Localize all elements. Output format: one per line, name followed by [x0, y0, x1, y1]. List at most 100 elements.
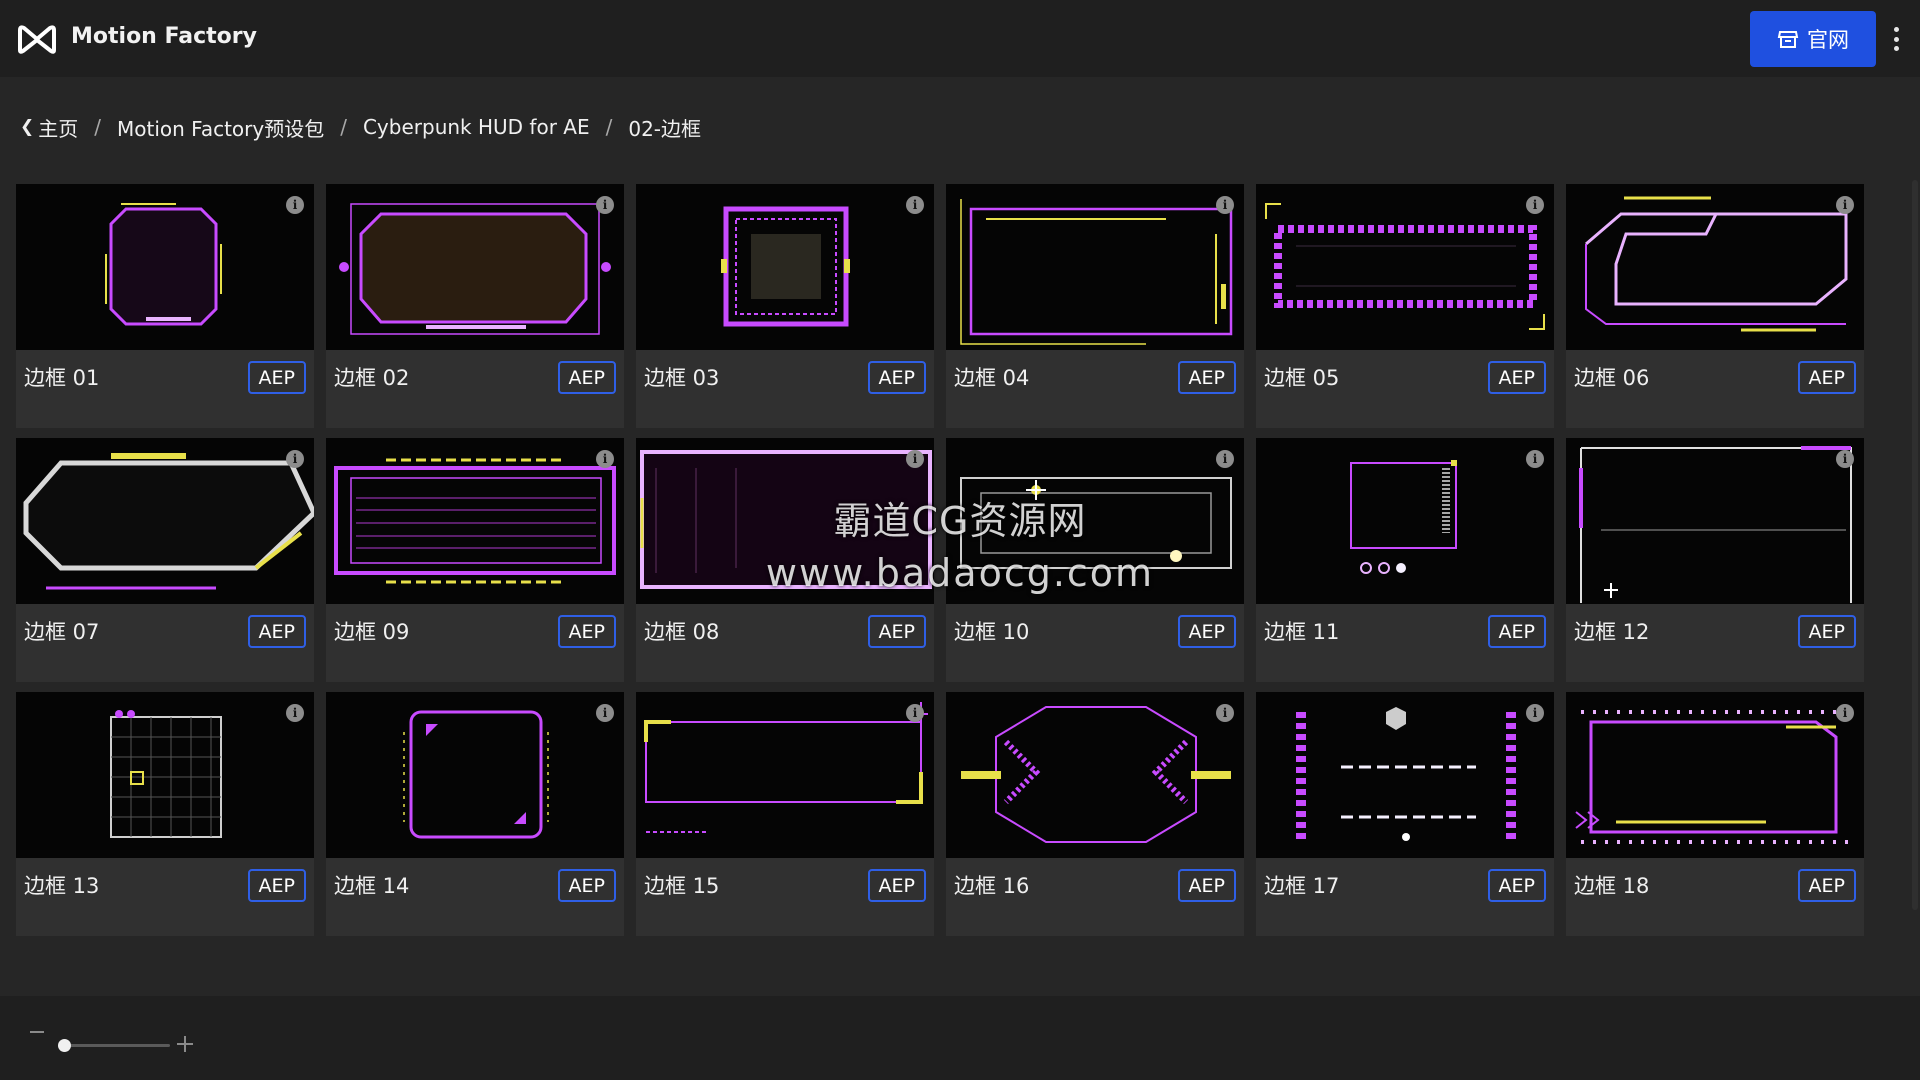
- asset-thumbnail[interactable]: i: [16, 692, 314, 858]
- file-type-badge[interactable]: AEP: [247, 869, 306, 902]
- info-icon[interactable]: i: [286, 704, 304, 722]
- zoom-slider[interactable]: [58, 1044, 170, 1047]
- minus-icon[interactable]: [30, 1031, 44, 1033]
- asset-thumbnail[interactable]: i: [946, 438, 1244, 604]
- file-type-badge[interactable]: AEP: [557, 869, 616, 902]
- asset-card[interactable]: i 边框 08 AEP: [636, 438, 934, 682]
- asset-thumbnail[interactable]: i: [326, 438, 624, 604]
- asset-title: 边框 08: [644, 620, 720, 644]
- info-icon[interactable]: i: [1526, 196, 1544, 214]
- asset-card[interactable]: i 边框 16 AEP: [946, 692, 1244, 936]
- info-icon[interactable]: i: [1216, 704, 1234, 722]
- asset-title: 边框 16: [954, 874, 1030, 898]
- file-type-badge[interactable]: AEP: [247, 361, 306, 394]
- asset-card[interactable]: i 边框 10 AEP: [946, 438, 1244, 682]
- asset-card[interactable]: i 边框 13 AEP: [16, 692, 314, 936]
- asset-title: 边框 13: [24, 874, 100, 898]
- asset-card[interactable]: i 边框 15 AEP: [636, 692, 934, 936]
- info-icon[interactable]: i: [1526, 450, 1544, 468]
- file-type-badge[interactable]: AEP: [247, 615, 306, 648]
- file-type-badge[interactable]: AEP: [867, 361, 926, 394]
- asset-thumbnail[interactable]: i: [1256, 692, 1554, 858]
- breadcrumb-separator: /: [94, 115, 101, 139]
- asset-thumbnail[interactable]: i: [946, 184, 1244, 350]
- info-icon[interactable]: i: [906, 450, 924, 468]
- file-type-badge[interactable]: AEP: [1487, 615, 1546, 648]
- file-type-badge[interactable]: AEP: [1177, 869, 1236, 902]
- frame-preview-image: [1585, 196, 1848, 332]
- asset-thumbnail[interactable]: i: [636, 692, 934, 858]
- asset-thumbnail[interactable]: i: [946, 692, 1244, 858]
- asset-card[interactable]: i 边框 04 AEP: [946, 184, 1244, 428]
- info-icon[interactable]: i: [1216, 450, 1234, 468]
- file-type-badge[interactable]: AEP: [1487, 361, 1546, 394]
- asset-card[interactable]: i 边框 12 AEP: [1566, 438, 1864, 682]
- asset-card[interactable]: i 边框 02 AEP: [326, 184, 624, 428]
- info-icon[interactable]: i: [1216, 196, 1234, 214]
- asset-card[interactable]: i 边框 17 AEP: [1256, 692, 1554, 936]
- asset-thumbnail[interactable]: i: [1566, 692, 1864, 858]
- asset-title: 边框 14: [334, 874, 410, 898]
- asset-thumbnail[interactable]: i: [1256, 184, 1554, 350]
- asset-card[interactable]: i 边框 14 AEP: [326, 692, 624, 936]
- chevron-left-icon[interactable]: ❮: [20, 117, 34, 137]
- asset-title: 边框 06: [1574, 366, 1650, 390]
- official-site-button[interactable]: 官网: [1750, 11, 1876, 67]
- zoom-slider-handle[interactable]: [57, 1039, 71, 1052]
- asset-card[interactable]: i 边框 09 AEP: [326, 438, 624, 682]
- asset-thumbnail[interactable]: i: [326, 692, 624, 858]
- info-icon[interactable]: i: [1836, 704, 1854, 722]
- file-type-badge[interactable]: AEP: [1797, 615, 1856, 648]
- asset-card[interactable]: i 边框 01 AEP: [16, 184, 314, 428]
- file-type-badge[interactable]: AEP: [1177, 615, 1236, 648]
- asset-card[interactable]: i 边框 07 AEP: [16, 438, 314, 682]
- breadcrumb-separator: /: [340, 115, 347, 139]
- info-icon[interactable]: i: [596, 196, 614, 214]
- file-type-badge[interactable]: AEP: [1487, 869, 1546, 902]
- official-site-label: 官网: [1807, 28, 1849, 52]
- asset-card[interactable]: i 边框 03 AEP: [636, 184, 934, 428]
- frame-preview-image: [960, 477, 1232, 569]
- asset-title: 边框 05: [1264, 366, 1340, 390]
- asset-thumbnail[interactable]: i: [16, 184, 314, 350]
- file-type-badge[interactable]: AEP: [867, 869, 926, 902]
- frame-preview-image: [640, 450, 932, 589]
- asset-thumbnail[interactable]: i: [1256, 438, 1554, 604]
- asset-thumbnail[interactable]: i: [1566, 438, 1864, 604]
- breadcrumb-item-pack[interactable]: Motion Factory预设包: [117, 113, 324, 142]
- breadcrumb-item-home[interactable]: 主页: [38, 113, 78, 142]
- info-icon[interactable]: i: [596, 704, 614, 722]
- file-type-badge[interactable]: AEP: [1177, 361, 1236, 394]
- asset-card[interactable]: i 边框 11 AEP: [1256, 438, 1554, 682]
- info-icon[interactable]: i: [286, 196, 304, 214]
- asset-card[interactable]: i 边框 05 AEP: [1256, 184, 1554, 428]
- frame-preview-image: [23, 453, 314, 590]
- plus-icon[interactable]: [177, 1036, 193, 1052]
- info-icon[interactable]: i: [286, 450, 304, 468]
- asset-thumbnail[interactable]: i: [16, 438, 314, 604]
- info-icon[interactable]: i: [906, 196, 924, 214]
- frame-preview-image: [1265, 203, 1545, 330]
- file-type-badge[interactable]: AEP: [1797, 361, 1856, 394]
- scrollbar[interactable]: [1912, 180, 1918, 910]
- info-icon[interactable]: i: [906, 704, 924, 722]
- asset-thumbnail[interactable]: i: [636, 184, 934, 350]
- breadcrumb: ❮ 主页 / Motion Factory预设包 / Cyberpunk HUD…: [20, 112, 701, 142]
- asset-title: 边框 17: [1264, 874, 1340, 898]
- file-type-badge[interactable]: AEP: [1797, 869, 1856, 902]
- asset-thumbnail[interactable]: i: [326, 184, 624, 350]
- motion-factory-logo-icon[interactable]: [17, 22, 57, 55]
- breadcrumb-item-product[interactable]: Cyberpunk HUD for AE: [363, 115, 590, 139]
- file-type-badge[interactable]: AEP: [867, 615, 926, 648]
- info-icon[interactable]: i: [596, 450, 614, 468]
- kebab-menu-icon[interactable]: [1890, 24, 1902, 54]
- info-icon[interactable]: i: [1526, 704, 1544, 722]
- info-icon[interactable]: i: [1836, 450, 1854, 468]
- asset-thumbnail[interactable]: i: [636, 438, 934, 604]
- asset-card[interactable]: i 边框 06 AEP: [1566, 184, 1864, 428]
- asset-thumbnail[interactable]: i: [1566, 184, 1864, 350]
- info-icon[interactable]: i: [1836, 196, 1854, 214]
- file-type-badge[interactable]: AEP: [557, 615, 616, 648]
- asset-card[interactable]: i 边框 18 AEP: [1566, 692, 1864, 936]
- file-type-badge[interactable]: AEP: [557, 361, 616, 394]
